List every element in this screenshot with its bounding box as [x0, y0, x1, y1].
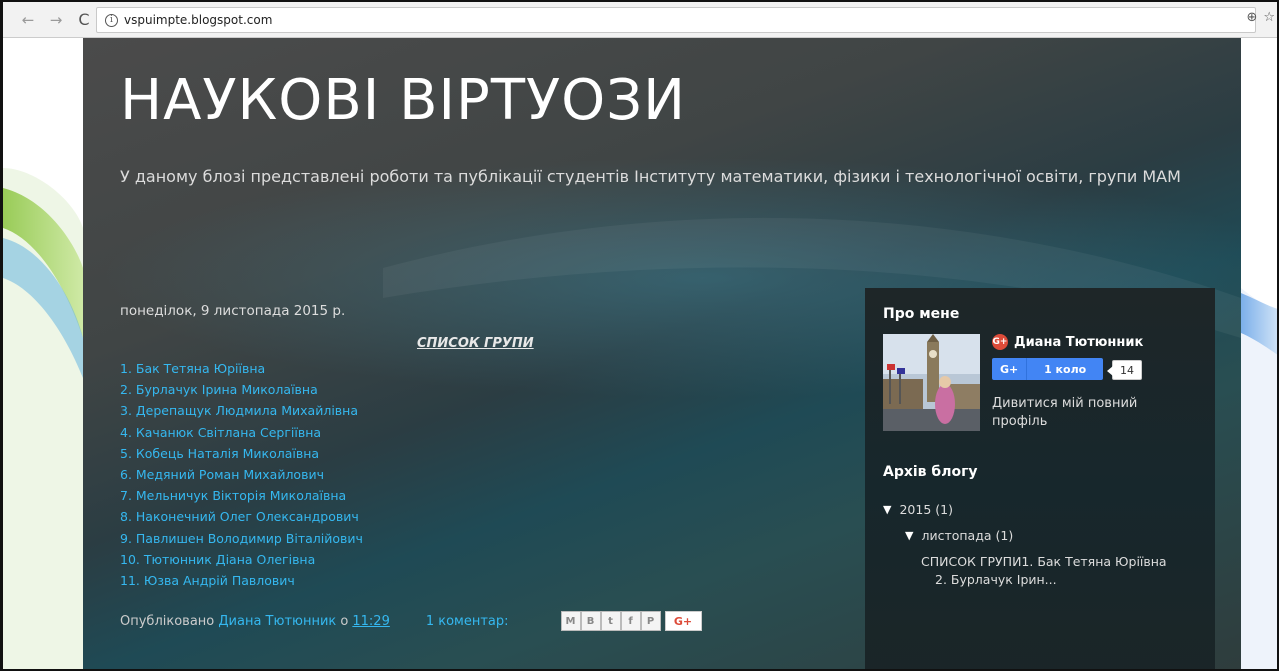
bookmark-star-icon[interactable]: ☆ — [1263, 10, 1275, 25]
archive-widget-title: Архів блогу — [883, 464, 978, 480]
add-to-circle-button[interactable]: G+ 1 коло — [992, 358, 1103, 380]
archive-post-line1[interactable]: СПИСОК ГРУПИ1. Бак Тетяна Юріївна — [921, 553, 1201, 571]
comments-link[interactable]: 1 коментар: — [426, 614, 509, 629]
post-time-link[interactable]: 11:29 — [352, 614, 389, 629]
gplus-share-button[interactable]: G+ — [664, 611, 702, 631]
twitter-share-icon[interactable]: t — [600, 611, 621, 631]
url-text[interactable]: vspuimpte.blogspot.com — [124, 13, 272, 27]
page-viewport: НАУКОВІ ВІРТУОЗИ У даному блозі представ… — [3, 38, 1277, 669]
post-heading: СПИСОК ГРУПИ — [417, 336, 534, 351]
info-icon[interactable]: i — [105, 13, 118, 27]
list-item[interactable]: 11. Юзва Андрій Павлович — [120, 570, 363, 591]
reload-button[interactable]: C — [73, 9, 95, 31]
forward-button[interactable]: → — [45, 9, 67, 31]
back-button[interactable]: ← — [17, 9, 39, 31]
screenshot-frame: ← → C i vspuimpte.blogspot.com ⊕ ☆ НАУКО… — [0, 0, 1279, 671]
list-item[interactable]: 2. Бурлачук Ірина Миколаївна — [120, 379, 363, 400]
toggle-triangle-icon[interactable]: ▼ — [905, 529, 913, 542]
author-link[interactable]: Диана Тютюнник — [218, 614, 336, 629]
sidebar: Про мене G+ Диана Тютюнник G+ 1 коло 14 … — [865, 288, 1215, 669]
blogger-share-icon[interactable]: B — [580, 611, 601, 631]
list-item[interactable]: 5. Кобець Наталія Миколаївна — [120, 443, 363, 464]
circle-label: 1 коло — [1044, 362, 1087, 376]
list-item[interactable]: 10. Тютюнник Діана Олегівна — [120, 549, 363, 570]
pinterest-share-icon[interactable]: P — [640, 611, 661, 631]
list-item[interactable]: 8. Наконечний Олег Олександрович — [120, 506, 363, 527]
archive-post-link[interactable]: СПИСОК ГРУПИ1. Бак Тетяна Юріївна 2. Бур… — [921, 553, 1201, 589]
address-bar[interactable]: i vspuimpte.blogspot.com — [96, 7, 1256, 33]
archive-month-label[interactable]: листопада (1) — [921, 528, 1013, 543]
list-item[interactable]: 3. Дерепащук Людмила Михайлівна — [120, 400, 363, 421]
list-item[interactable]: 7. Мельничук Вікторія Миколаївна — [120, 485, 363, 506]
archive-post-line2[interactable]: 2. Бурлачук Ірин... — [921, 571, 1201, 589]
profile-photo[interactable] — [883, 334, 980, 431]
share-buttons: M B t f P G+ — [560, 611, 702, 631]
at-label: о — [340, 613, 349, 629]
address-actions: ⊕ ☆ — [1246, 10, 1275, 25]
member-list: 1. Бак Тетяна Юріївна 2. Бурлачук Ірина … — [120, 358, 363, 591]
list-item[interactable]: 4. Качанюк Світлана Сергіївна — [120, 422, 363, 443]
archive-year[interactable]: ▼ 2015 (1) — [883, 502, 953, 517]
profile-name-text[interactable]: Диана Тютюнник — [1014, 335, 1143, 350]
list-item[interactable]: 1. Бак Тетяна Юріївна — [120, 358, 363, 379]
gplus-icon: G+ — [992, 334, 1008, 350]
list-item[interactable]: 9. Павлишен Володимир Віталійович — [120, 528, 363, 549]
gplus-logo-icon: G+ — [992, 358, 1028, 380]
post-date: понеділок, 9 листопада 2015 р. — [120, 303, 346, 319]
archive-month[interactable]: ▼ листопада (1) — [905, 528, 1013, 543]
post-footer: Опубліковано Диана Тютюнник о 11:29 1 ко… — [120, 611, 702, 631]
published-label: Опубліковано — [120, 613, 215, 629]
blog-content-area: НАУКОВІ ВІРТУОЗИ У даному блозі представ… — [83, 38, 1241, 669]
list-item[interactable]: 6. Медяний Роман Михайлович — [120, 464, 363, 485]
view-profile-link[interactable]: Дивитися мій повний профіль — [992, 395, 1172, 431]
email-share-icon[interactable]: M — [560, 611, 581, 631]
zoom-icon[interactable]: ⊕ — [1246, 10, 1257, 25]
facebook-share-icon[interactable]: f — [620, 611, 641, 631]
about-widget-title: Про мене — [883, 306, 960, 322]
toggle-triangle-icon[interactable]: ▼ — [883, 503, 891, 516]
blog-description: У даному блозі представлені роботи та пу… — [120, 167, 1181, 186]
archive-year-label[interactable]: 2015 (1) — [899, 502, 953, 517]
browser-toolbar: ← → C i vspuimpte.blogspot.com ⊕ ☆ — [3, 2, 1277, 38]
blog-title[interactable]: НАУКОВІ ВІРТУОЗИ — [120, 68, 686, 133]
profile-name[interactable]: G+ Диана Тютюнник — [992, 334, 1143, 350]
circle-count-badge: 14 — [1107, 360, 1142, 380]
